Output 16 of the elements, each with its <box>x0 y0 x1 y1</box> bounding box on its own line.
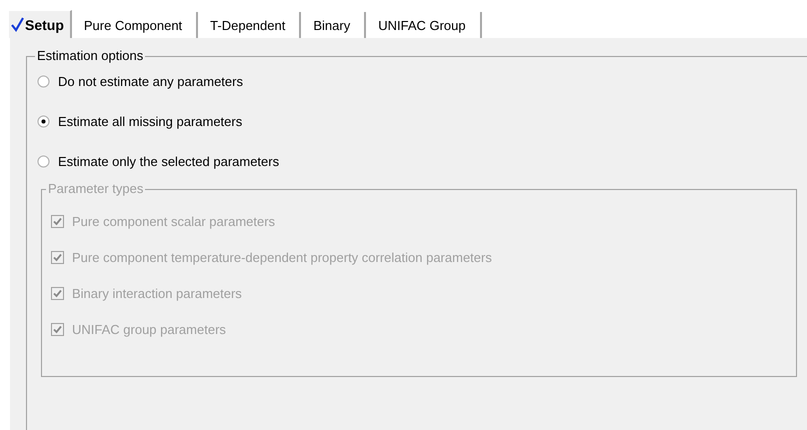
radio-option[interactable]: Do not estimate any parameters <box>37 71 807 91</box>
radio-option[interactable]: Estimate all missing parameters <box>37 111 807 131</box>
checkbox-label: Pure component temperature-dependent property correlation parameters <box>72 250 492 264</box>
radio-button[interactable] <box>37 74 50 88</box>
radio-label: Do not estimate any parameters <box>58 74 243 88</box>
radio-label: Estimate only the selected parameters <box>58 154 280 168</box>
checkbox-label: UNIFAC group parameters <box>72 322 226 336</box>
radio-option[interactable]: Estimate only the selected parameters <box>37 151 807 171</box>
radio-button[interactable] <box>37 114 50 128</box>
tab[interactable]: Setup <box>8 10 72 38</box>
group-title: Estimation options <box>35 48 146 63</box>
checkbox-label: Pure component scalar parameters <box>72 214 276 228</box>
checkbox-label: Binary interaction parameters <box>72 286 242 300</box>
group-title: Parameter types <box>46 181 146 196</box>
radio-button[interactable] <box>37 154 50 168</box>
radio-label: Estimate all missing parameters <box>58 114 242 128</box>
